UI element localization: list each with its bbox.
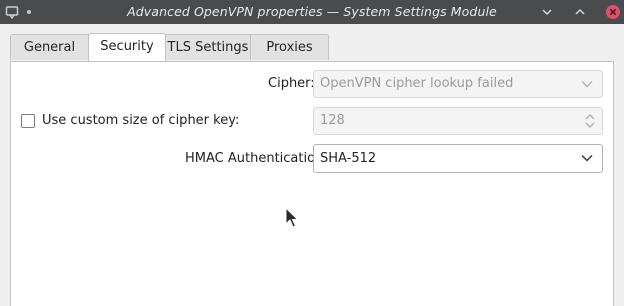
mouse-pointer-icon [285,207,299,228]
tab-bar: General Security TLS Settings Proxies [10,33,329,61]
tab-general[interactable]: General [10,34,89,60]
settings-dialog: Advanced OpenVPN properties — System Set… [0,0,624,306]
key-size-spinbox[interactable]: 128 [313,107,603,135]
cipher-dropdown[interactable]: OpenVPN cipher lookup failed [313,70,603,98]
title-bar[interactable]: Advanced OpenVPN properties — System Set… [0,0,624,24]
close-icon[interactable] [605,4,621,20]
custom-key-size-checkbox[interactable] [21,114,35,128]
hmac-label: HMAC Authentication: [185,151,328,166]
tab-tls-settings[interactable]: TLS Settings [165,34,251,60]
cipher-label: Cipher: [268,76,315,91]
chevron-down-icon [581,154,593,162]
cipher-value: OpenVPN cipher lookup failed [320,76,514,91]
window-title: Advanced OpenVPN properties — System Set… [127,4,497,19]
chevron-down-icon [581,81,593,88]
key-size-value: 128 [320,113,345,128]
hmac-value: SHA-512 [320,151,377,166]
custom-key-size-label[interactable]: Use custom size of cipher key: [42,113,239,128]
tab-security[interactable]: Security [88,33,166,61]
minimize-icon[interactable] [539,4,555,20]
maximize-icon[interactable] [572,4,588,20]
tab-proxies[interactable]: Proxies [250,34,329,60]
spin-up-down-icon[interactable] [584,112,596,130]
hmac-dropdown[interactable]: SHA-512 [313,144,603,173]
